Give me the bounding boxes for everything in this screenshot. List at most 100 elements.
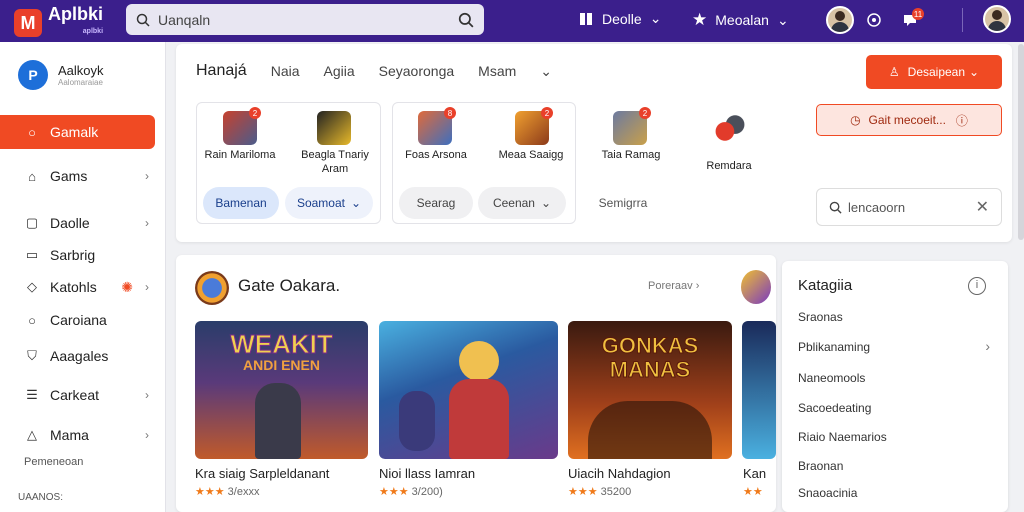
category-title: Katagiia: [798, 277, 853, 294]
game-label-4: Meaa Saaigg: [498, 149, 564, 161]
sidebar-item-gamalk[interactable]: ○ Gamalk: [0, 115, 155, 149]
category-item[interactable]: Snaoacinia: [798, 486, 857, 500]
game-title-2[interactable]: Nioi llass Iamran: [379, 466, 475, 481]
game-title-1[interactable]: Kra siaig Sarpleldanant: [195, 466, 329, 481]
game-art-figure: [399, 391, 435, 451]
pill-semigrra[interactable]: Semigrra: [586, 187, 660, 219]
user-icon: ♙: [888, 65, 900, 79]
game-icon-3[interactable]: 8: [411, 107, 459, 145]
filter-search-field[interactable]: lencaoorn ✕: [816, 188, 1002, 226]
game-title-3[interactable]: Uiacih Nahdagion: [568, 466, 671, 481]
pill-soamoat[interactable]: Soamoat ⌄: [285, 187, 373, 219]
sidebar-item-aaagales[interactable]: ⛉ Aaagales: [0, 339, 165, 373]
star-icon: ★★: [743, 486, 763, 498]
info-icon: ⓘ: [955, 113, 968, 128]
brand-subtitle: Aalomaraiae: [58, 78, 103, 87]
category-item[interactable]: Braonan: [798, 459, 843, 473]
app-logo[interactable]: M Aplbki aplbki: [14, 5, 103, 41]
game-icon-1[interactable]: 2: [216, 107, 264, 145]
info-icon[interactable]: i: [968, 277, 986, 295]
sidebar-item-gams[interactable]: ⌂ Gams ›: [0, 159, 165, 193]
lock-icon: ▢: [25, 215, 39, 230]
game-rating-value: 3/200): [411, 486, 443, 498]
chat-icon[interactable]: [864, 10, 884, 30]
game-rating-value: 35200: [600, 486, 632, 498]
pill-bamenan[interactable]: Bamenan: [203, 187, 279, 219]
sidebar-item-mama[interactable]: △ Mama ›: [0, 418, 165, 452]
game-rating-2: ★★★ 3/200): [379, 485, 443, 498]
menu-deolle-label: Deolle: [602, 10, 642, 27]
tab-seyaoronga[interactable]: Seyaoronga: [379, 63, 455, 79]
featured-title: Gate Oakara.: [238, 276, 341, 295]
sidebar-item-carkeat[interactable]: ☰ Carkeat ›: [0, 378, 165, 412]
game-art-title: GONKAS: [601, 333, 699, 359]
game-icon-5[interactable]: 2: [606, 107, 654, 145]
search-input[interactable]: Uanqaln: [158, 12, 458, 28]
folder-icon: ▭: [25, 247, 39, 262]
game-card-2[interactable]: [379, 321, 558, 459]
pill-searag[interactable]: Searag: [399, 187, 473, 219]
top-bar: M Aplbki aplbki Uanqaln Deolle ⌄ ★ Meoal…: [0, 0, 1024, 42]
star-icon: ★★★: [195, 486, 225, 498]
featured-avatar[interactable]: [741, 270, 771, 304]
sidebar-item-daolle[interactable]: ▢ Daolle ›: [0, 206, 165, 240]
tab-hanaja[interactable]: Hanajá: [196, 62, 247, 80]
game-label-1: Rain Mariloma: [204, 149, 276, 161]
category-item[interactable]: Naneomools: [798, 371, 865, 385]
game-rating-value: 3/exxx: [227, 486, 260, 498]
search-bar[interactable]: Uanqaln: [126, 4, 484, 35]
game-icon-4[interactable]: 2: [508, 107, 556, 145]
category-item[interactable]: Riaio Naemarios: [798, 430, 887, 444]
sidebar-item-katohls[interactable]: ◇ Katohls ✺ ›: [0, 270, 165, 304]
category-item[interactable]: Sacoedeating: [798, 401, 871, 415]
filter-search-input[interactable]: lencaoorn: [848, 200, 976, 215]
game-card-4[interactable]: [742, 321, 776, 459]
game-card-1[interactable]: WEAKIT ANDI ENEN: [195, 321, 368, 459]
outline-action-button[interactable]: ◷ Gait mecoeit... ⓘ: [816, 104, 1002, 136]
category-panel: Katagiia i Sraonas Pblikanaming › Naneom…: [782, 261, 1008, 512]
tab-msam[interactable]: Msam: [478, 63, 516, 79]
tabs-more-chevron-icon[interactable]: ⌄: [540, 63, 552, 80]
chevron-down-icon: ⌄: [776, 11, 789, 28]
sidebar-item-sarbrig[interactable]: ▭ Sarbrig: [0, 238, 165, 272]
game-label-6: Remdara: [706, 160, 752, 172]
category-item[interactable]: Sraonas: [798, 310, 843, 324]
game-icon-6[interactable]: [706, 111, 754, 145]
game-icon-2[interactable]: [310, 111, 358, 145]
tab-agiia[interactable]: Agiia: [324, 63, 355, 79]
gear-icon: ✺: [121, 278, 133, 295]
scrollbar[interactable]: [1018, 44, 1024, 240]
sidebar-item-label: Caroiana: [50, 312, 107, 328]
profile-avatar[interactable]: [983, 5, 1011, 33]
menu-meoalan[interactable]: ★ Meoalan ⌄: [692, 10, 789, 30]
sidebar-item-caroiana[interactable]: ○ Caroiana: [0, 303, 165, 337]
chevron-down-icon: ⌄: [350, 196, 362, 210]
pill-ceenan-label: Ceenan: [492, 196, 535, 210]
tab-bar: Hanajá Naia Agiia Seyaoronga Msam ⌄: [196, 62, 576, 80]
close-icon[interactable]: ✕: [976, 197, 989, 217]
game-art-title: WEAKIT: [230, 329, 334, 360]
sidebar-item-label: Aaagales: [50, 348, 109, 364]
chevron-right-icon: ›: [145, 428, 149, 442]
game-art-figure: [459, 341, 499, 381]
primary-action-button[interactable]: ♙ Desaipean ⌄: [866, 55, 1002, 89]
sidebar-item-label: Sarbrig: [50, 247, 96, 263]
circle-icon: ○: [28, 312, 36, 328]
pill-ceenan[interactable]: Ceenan ⌄: [478, 187, 566, 219]
menu-deolle[interactable]: Deolle ⌄: [578, 10, 661, 27]
chevron-down-icon: ⌄: [649, 10, 662, 26]
shield-icon: ⛉: [27, 348, 37, 363]
sidebar-footer-link[interactable]: Pemeneoan: [24, 456, 83, 468]
chevron-right-icon[interactable]: ›: [985, 338, 990, 354]
game-card-3[interactable]: GONKAS MANAS: [568, 321, 732, 459]
search-submit-icon[interactable]: [458, 12, 474, 28]
user-avatar[interactable]: [826, 6, 854, 34]
tab-naia[interactable]: Naia: [271, 63, 300, 79]
sidebar-item-label: Mama: [50, 427, 89, 443]
sidebar-brand[interactable]: P Aalkoyk Aalomaraiae: [18, 60, 104, 90]
category-item[interactable]: Pblikanaming: [798, 340, 870, 354]
pill-soamoat-label: Soamoat: [296, 196, 345, 210]
game-title-4[interactable]: Kan: [743, 466, 766, 481]
menu-meoalan-label: Meoalan: [715, 12, 769, 28]
featured-more-link[interactable]: Poreraav ›: [648, 280, 699, 292]
